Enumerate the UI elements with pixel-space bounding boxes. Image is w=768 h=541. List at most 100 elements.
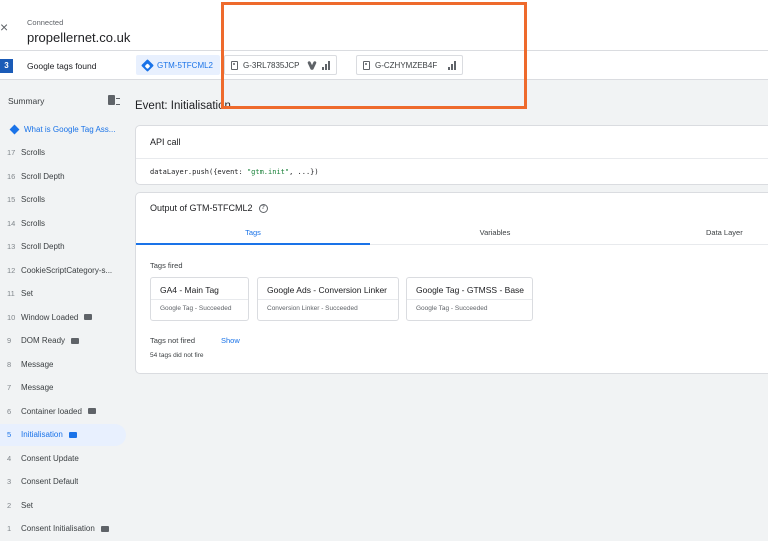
sidebar-event-item[interactable]: 9 DOM Ready xyxy=(0,330,126,352)
event-number: 8 xyxy=(7,359,12,369)
event-number: 9 xyxy=(7,336,12,345)
event-label: Initialisation xyxy=(21,430,63,439)
tag-name: Google Ads - Conversion Linker xyxy=(258,278,398,300)
event-label: Scroll Depth xyxy=(21,171,65,181)
connection-status: Connected xyxy=(27,18,64,27)
event-number: 16 xyxy=(7,171,16,181)
help-icon[interactable]: ? xyxy=(258,203,268,213)
event-number: 17 xyxy=(7,148,16,157)
api-call-code: dataLayer.push({event: "gtm.init", ...}) xyxy=(150,168,319,176)
fired-tag-card[interactable]: GA4 - Main Tag Google Tag - Succeeded xyxy=(150,277,249,321)
sidebar-event-item[interactable]: 10 Window Loaded xyxy=(0,306,126,328)
event-label: Window Loaded xyxy=(21,312,79,322)
event-label: Set xyxy=(21,289,34,298)
event-title: Event: Initialisation xyxy=(135,100,231,112)
tags-not-fired-label: Tags not fired xyxy=(150,336,196,345)
event-label: Scrolls xyxy=(21,195,46,204)
event-label: Scrolls xyxy=(21,218,46,228)
tab-data-layer[interactable]: Data Layer xyxy=(706,222,768,245)
event-number: 6 xyxy=(7,406,12,416)
sidebar-event-item[interactable]: 3 Consent Default xyxy=(0,471,126,493)
summary-label[interactable]: Summary xyxy=(8,96,44,106)
google-ads-icon xyxy=(307,61,317,70)
event-sidebar: Summary What is Google Tag Ass... 17 Scrol… xyxy=(0,81,128,541)
tag-icon xyxy=(363,60,370,70)
event-label: Message xyxy=(21,383,54,392)
event-number: 10 xyxy=(7,312,16,322)
event-label: Scroll Depth xyxy=(21,242,65,251)
sidebar-event-item[interactable]: 2 Set xyxy=(0,494,126,516)
sidebar-event-item[interactable]: 17 Scrolls xyxy=(0,142,126,164)
tag-count-badge: 3 xyxy=(0,59,13,73)
close-icon[interactable]: × xyxy=(0,20,11,34)
tag-chip-ga4-1[interactable]: G-3RL7835JCP xyxy=(224,55,338,75)
fired-tag-card[interactable]: Google Ads - Conversion Linker Conversio… xyxy=(257,277,399,321)
connected-domain: propellernet.co.uk xyxy=(27,30,131,45)
message-icon xyxy=(68,431,77,438)
fired-tag-card[interactable]: Google Tag - GTMSS - Base Google Tag - S… xyxy=(406,277,533,321)
event-number: 4 xyxy=(7,453,12,463)
tag-chip-label: G-CZHYMZEB4F xyxy=(375,60,438,70)
tag-chip-ga4-2[interactable]: G-CZHYMZEB4F xyxy=(356,55,464,75)
tag-name: GA4 - Main Tag xyxy=(151,278,248,300)
tag-status: Google Tag - Succeeded xyxy=(416,305,488,312)
event-label: DOM Ready xyxy=(21,336,66,345)
event-label: CookieScriptCategory-s... xyxy=(21,265,113,275)
tag-name: Google Tag - GTMSS - Base xyxy=(407,278,532,300)
event-label: Set xyxy=(21,500,34,510)
tag-chip-label: G-3RL7835JCP xyxy=(243,60,300,70)
event-number: 5 xyxy=(7,430,12,439)
event-number: 7 xyxy=(7,383,12,392)
event-number: 15 xyxy=(7,195,16,204)
event-label: Scrolls xyxy=(21,148,46,157)
message-icon xyxy=(71,337,80,344)
tag-chip-gtm[interactable]: GTM-5TFCML2 xyxy=(136,55,220,75)
tags-found-label: Google tags found xyxy=(27,61,97,71)
sidebar-event-item[interactable]: 11 Set xyxy=(0,283,126,305)
event-number: 14 xyxy=(7,218,16,228)
signal-icon xyxy=(448,60,457,70)
tab-tags[interactable]: Tags xyxy=(136,222,370,245)
signal-icon xyxy=(322,60,331,70)
message-icon xyxy=(84,314,93,320)
top-bar: × Connected propellernet.co.uk xyxy=(0,0,768,51)
sidebar-event-item[interactable]: 1 Consent Initialisation xyxy=(0,518,126,540)
tag-icon xyxy=(231,60,238,70)
tags-fired-label: Tags fired xyxy=(150,261,183,270)
message-icon xyxy=(87,408,96,414)
output-tabs: Tags Variables Data Layer xyxy=(136,222,768,245)
api-call-card: API call dataLayer.push({event: "gtm.ini… xyxy=(135,125,768,185)
sidebar-event-item[interactable]: 13 Scroll Depth xyxy=(0,236,126,258)
sidebar-event-item[interactable]: 16 Scroll Depth xyxy=(0,165,126,187)
event-label: Consent Initialisation xyxy=(21,524,95,533)
sidebar-event-item[interactable]: What is Google Tag Ass... xyxy=(0,118,126,140)
event-number: 3 xyxy=(7,477,12,486)
event-number: 12 xyxy=(7,265,16,275)
event-number: 13 xyxy=(7,242,16,251)
sidebar-event-item[interactable]: 14 Scrolls xyxy=(0,212,126,234)
tag-chip-label: GTM-5TFCML2 xyxy=(157,60,213,70)
sidebar-event-item[interactable]: 7 Message xyxy=(0,377,126,399)
sidebar-event-item[interactable]: 15 Scrolls xyxy=(0,189,126,211)
tag-bar: 3 Google tags found GTM-5TFCML2 G-3RL783… xyxy=(0,51,768,80)
clear-messages-icon[interactable] xyxy=(108,95,120,105)
tab-variables[interactable]: Variables xyxy=(370,222,620,245)
event-label: What is Google Tag Ass... xyxy=(24,124,116,134)
sidebar-event-item[interactable]: 5 Initialisation xyxy=(0,423,126,446)
gtm-icon xyxy=(141,58,154,72)
event-label: Consent Update xyxy=(21,453,79,463)
event-label: Message xyxy=(21,359,54,369)
event-number: 2 xyxy=(7,500,12,510)
sidebar-event-item[interactable]: 4 Consent Update xyxy=(0,447,126,469)
tag-status: Conversion Linker - Succeeded xyxy=(267,305,358,312)
message-icon xyxy=(100,525,109,532)
show-not-fired-link[interactable]: Show xyxy=(221,336,240,345)
event-label: Consent Default xyxy=(21,477,79,486)
sidebar-event-item[interactable]: 12 CookieScriptCategory-s... xyxy=(0,259,126,281)
not-fired-summary: 54 tags did not fire xyxy=(150,352,204,359)
tag-status: Google Tag - Succeeded xyxy=(160,305,232,312)
sidebar-event-item[interactable]: 6 Container loaded xyxy=(0,400,126,422)
output-card: Output of GTM-5TFCML2 ? Tags Variables D… xyxy=(135,192,768,374)
api-call-title: API call xyxy=(136,126,768,159)
sidebar-event-item[interactable]: 8 Message xyxy=(0,353,126,375)
